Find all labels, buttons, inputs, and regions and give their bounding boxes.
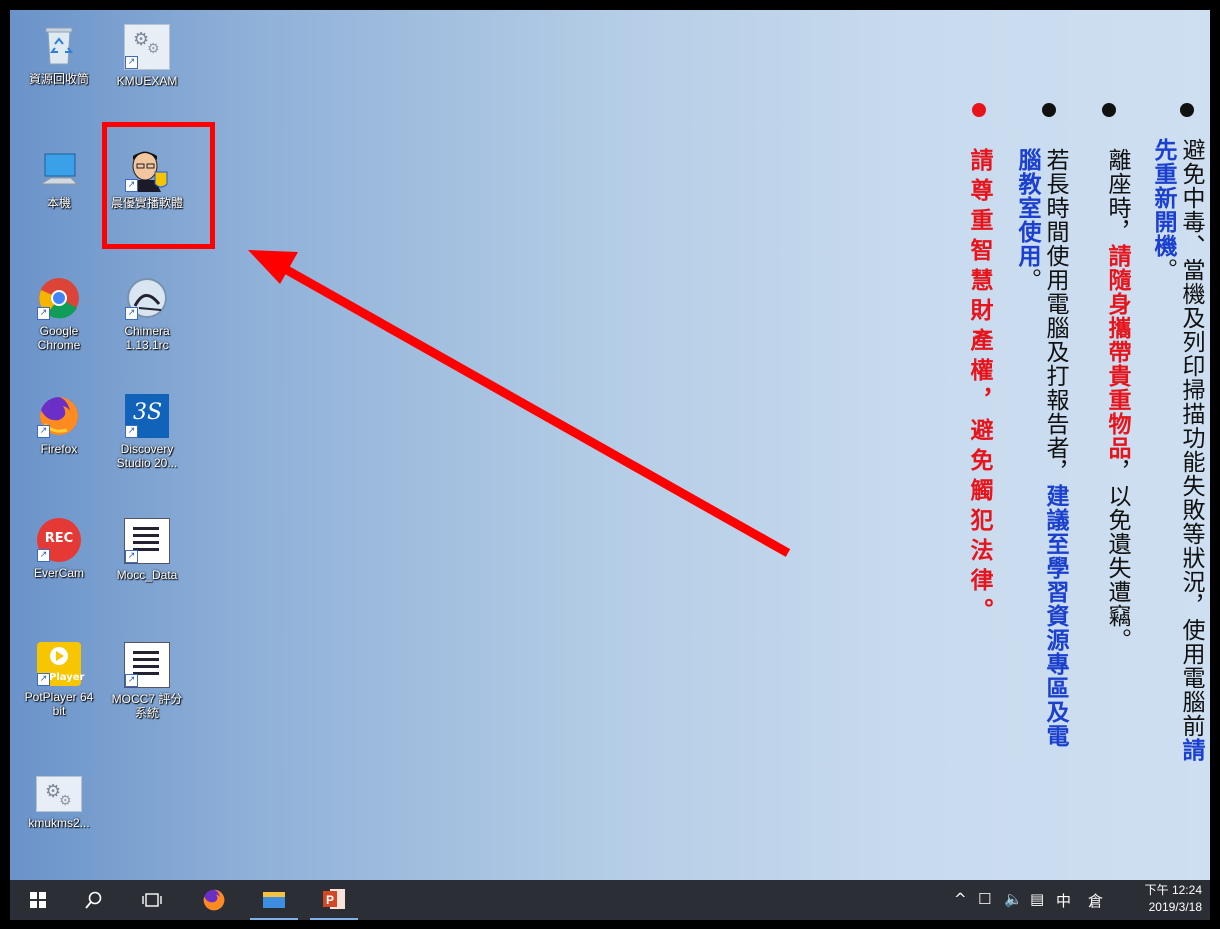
bullet-1 — [1180, 103, 1194, 117]
bullet-3 — [1042, 103, 1056, 117]
screen-frame: 資源回收筒 ↗ KMUEXAM 本機 ↗ 晨優實播軟體 ↗ Google Chr… — [0, 0, 1220, 929]
notice-col-2: 離座時，請隨身攜帶貴重物品，以免遺失遭竊。 — [1103, 148, 1131, 748]
desktop[interactable]: 資源回收筒 ↗ KMUEXAM 本機 ↗ 晨優實播軟體 ↗ Google Chr… — [10, 10, 1210, 880]
notice-text: 。 — [1014, 268, 1040, 292]
notice-text: ，以免遺失遭竊。 — [1104, 460, 1130, 652]
notice-red-text: 請尊重智慧財產權，避免觸犯法律。 — [966, 148, 992, 628]
clock-date: 2019/3/18 — [1148, 900, 1202, 914]
notice-col-3: 若長時間使用電腦及打報告者，建議至學習資源專區及電腦教室使用。 — [1013, 148, 1069, 748]
notice-text: 。 — [1150, 258, 1176, 282]
show-hidden-icons-chevron-icon[interactable]: ^ — [954, 890, 967, 908]
network-icon[interactable]: ☐ — [978, 890, 991, 908]
taskbar-clock[interactable]: 下午 12:24 2019/3/18 — [1145, 882, 1202, 916]
notification-icon[interactable]: ▤ — [1030, 890, 1044, 908]
notice-text: 避免中毒、當機及列印掃描功能失敗等狀況，使用電腦前 — [1178, 138, 1204, 738]
taskbar-powerpoint[interactable]: P — [310, 880, 358, 920]
notice-text: 若長時間使用電腦及打報告者， — [1042, 148, 1068, 484]
volume-icon[interactable]: 🔈 — [1004, 890, 1023, 908]
taskbar-firefox[interactable] — [190, 880, 238, 920]
bullet-2 — [1102, 103, 1116, 117]
notice-col-1: 避免中毒、當機及列印掃描功能失敗等狀況，使用電腦前請先重新開機。 — [1149, 138, 1205, 778]
start-button[interactable] — [14, 880, 62, 920]
notice-col-4: 請尊重智慧財產權，避免觸犯法律。 — [965, 148, 993, 748]
windows-logo-icon — [30, 892, 46, 908]
powerpoint-icon: P — [323, 889, 345, 909]
taskbar: P ^ ☐ 🔈 ▤ 中 倉 下午 12:24 2019/3/18 — [10, 880, 1210, 920]
notice-text: 離座時， — [1104, 148, 1130, 244]
firefox-icon — [203, 889, 225, 911]
input-method-icon[interactable]: 中 — [1056, 890, 1071, 911]
task-view-button[interactable] — [128, 880, 176, 920]
folder-icon — [263, 892, 285, 908]
search-icon — [85, 891, 102, 909]
search-button[interactable] — [70, 880, 118, 920]
clock-time: 下午 12:24 — [1144, 883, 1202, 897]
taskbar-file-explorer[interactable] — [250, 880, 298, 920]
arrow-shaft — [275, 261, 791, 557]
task-view-icon — [142, 893, 162, 907]
ime-mode-icon[interactable]: 倉 — [1088, 890, 1103, 911]
svg-text:P: P — [326, 893, 334, 907]
notice-red-text: 請隨身攜帶貴重物品 — [1104, 244, 1130, 460]
bullet-4 — [972, 103, 986, 117]
